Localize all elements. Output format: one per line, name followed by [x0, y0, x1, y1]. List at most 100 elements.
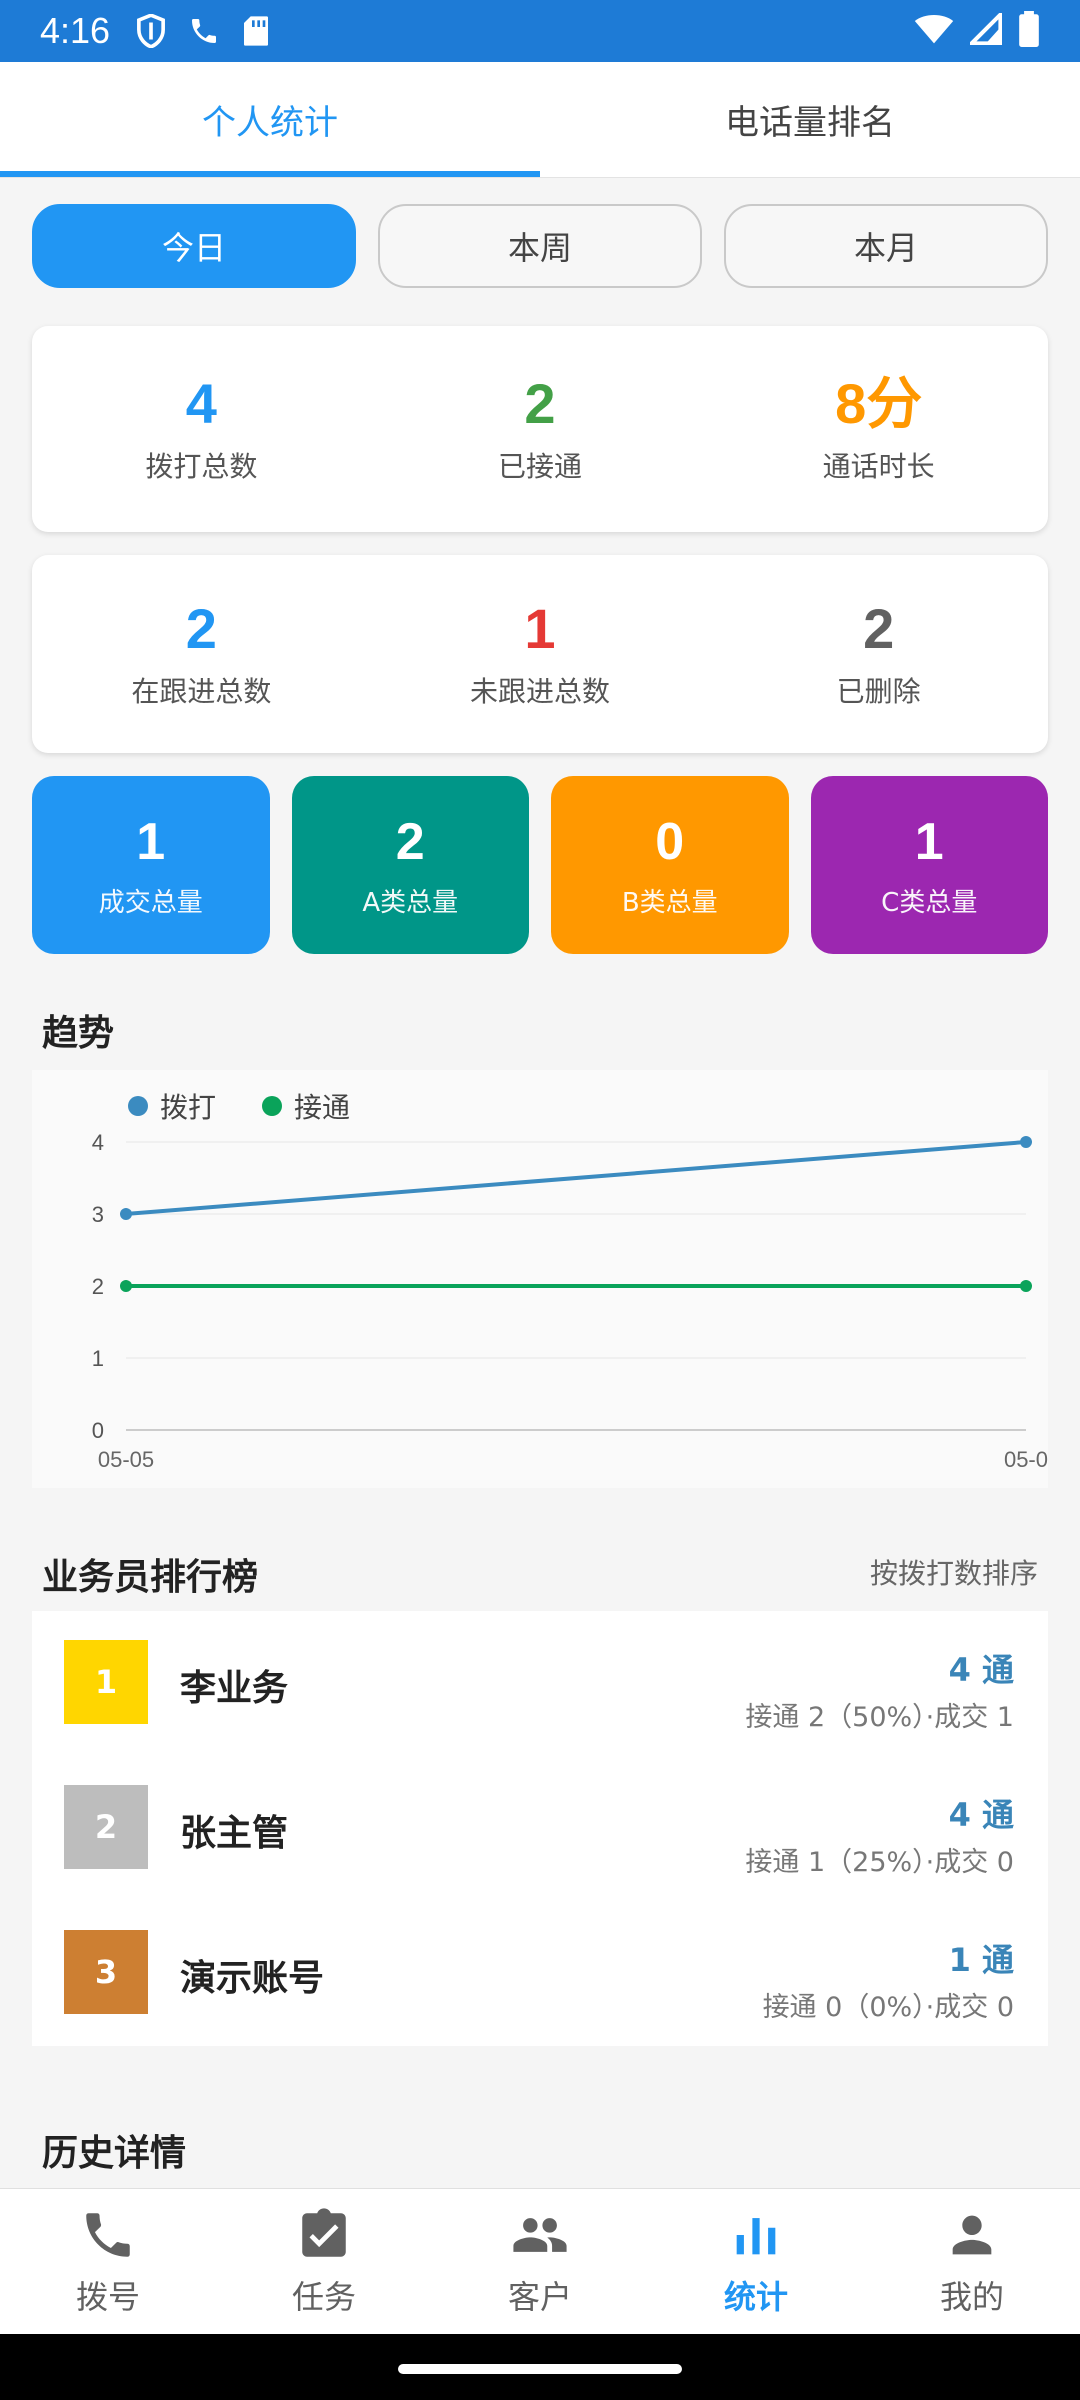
stat-value: 4	[185, 372, 217, 436]
stat-following: 2 在跟进总数	[32, 555, 371, 753]
ranking-row[interactable]: 3 演示账号 1 通 接通 0（0%）·成交 0	[32, 1901, 1048, 2046]
stat-total-calls: 4 拨打总数	[32, 326, 371, 532]
ranking-row[interactable]: 2 张主管 4 通 接通 1（25%）·成交 0	[32, 1756, 1048, 1901]
status-bar: 4:16	[0, 0, 1080, 62]
tile-class-b[interactable]: 0 B类总量	[551, 776, 789, 954]
history-title: 历史详情	[42, 2133, 187, 2174]
stat-value: 2	[185, 597, 217, 661]
rank-detail: 接通 2（50%）·成交 1	[745, 1702, 1014, 1733]
person-icon	[952, 2215, 992, 2254]
ranking-title: 业务员排行榜	[42, 1557, 259, 1598]
battery-icon	[1018, 11, 1040, 51]
rank-name: 李业务	[180, 1668, 289, 1709]
rank-detail: 接通 0（0%）·成交 0	[762, 1992, 1014, 2023]
home-gesture-handle[interactable]	[398, 2364, 682, 2374]
nav-label: 任务	[291, 2277, 356, 2316]
rank-calls: 4 通	[948, 1796, 1014, 1834]
rank-badge: 1	[64, 1640, 148, 1724]
phone-icon	[188, 15, 220, 47]
y-tick-label: 4	[92, 1130, 104, 1155]
rank-name: 演示账号	[180, 1958, 325, 1999]
rank-detail: 接通 1（25%）·成交 0	[745, 1847, 1014, 1878]
tab-personal-stats[interactable]: 个人统计	[0, 62, 540, 177]
tile-label: B类总量	[621, 887, 718, 918]
people-icon	[513, 2217, 567, 2252]
tile-deals[interactable]: 1 成交总量	[32, 776, 270, 954]
tile-value: 1	[136, 812, 166, 871]
series-line	[125, 1140, 1027, 1216]
stat-deleted: 2 已删除	[709, 555, 1048, 753]
nav-statistics[interactable]: 统计	[648, 2189, 864, 2334]
y-tick-label: 3	[92, 1202, 104, 1227]
x-tick-label: 05-0	[1004, 1447, 1048, 1472]
period-week-button[interactable]: 本周	[378, 204, 702, 288]
nav-label: 统计	[723, 2277, 788, 2316]
tab-call-ranking[interactable]: 电话量排名	[540, 62, 1080, 177]
stat-value: 8分	[835, 372, 923, 436]
tile-value: 0	[655, 812, 685, 871]
nav-tasks[interactable]: 任务	[216, 2189, 432, 2334]
trend-chart: 拨打 接通 0 1 2 3 4 05-05 05-0	[32, 1070, 1048, 1488]
system-nav-bar	[0, 2334, 1080, 2400]
category-tiles: 1 成交总量 2 A类总量 0 B类总量 1 C类总量	[32, 776, 1048, 954]
rank-name: 张主管	[180, 1813, 289, 1854]
ranking-list: 1 李业务 4 通 接通 2（50%）·成交 1 2 张主管 4 通 接通 1（…	[32, 1611, 1048, 2046]
stats-content[interactable]: 今日 本周 本月 4 拨打总数 2 已接通 8分 通话时长 2 在跟进总数 1 …	[0, 178, 1080, 2188]
rank-badge: 3	[64, 1930, 148, 2014]
data-point	[120, 1280, 132, 1292]
tile-label: 成交总量	[98, 887, 203, 918]
phone-icon	[86, 2212, 130, 2257]
stat-value: 2	[524, 372, 556, 436]
nav-customers[interactable]: 客户	[432, 2189, 648, 2334]
rank-calls: 1 通	[948, 1941, 1014, 1979]
period-today-button[interactable]: 今日	[32, 204, 356, 288]
stat-value: 2	[863, 597, 895, 661]
call-summary-card: 4 拨打总数 2 已接通 8分 通话时长	[32, 326, 1048, 532]
ranking-row[interactable]: 1 李业务 4 通 接通 2（50%）·成交 1	[32, 1611, 1048, 1756]
tile-value: 2	[395, 812, 425, 871]
sd-card-icon	[242, 15, 270, 47]
wifi-icon	[914, 13, 954, 49]
trend-title: 趋势	[42, 1013, 115, 1054]
stat-label: 已接通	[498, 449, 583, 483]
nav-label: 客户	[507, 2277, 572, 2316]
tile-label: C类总量	[881, 887, 978, 918]
bar-chart-icon	[736, 2217, 776, 2254]
tile-label: A类总量	[362, 887, 459, 918]
nav-label: 拨号	[75, 2277, 140, 2316]
sort-toggle[interactable]: 按拨打数排序	[870, 1552, 1038, 1592]
nav-label: 我的	[939, 2277, 1004, 2316]
signal-icon	[966, 9, 1003, 49]
shield-icon	[136, 14, 166, 48]
bottom-nav: 拨号 任务 客户 统计 我的	[0, 2188, 1080, 2334]
stat-not-following: 1 未跟进总数	[371, 555, 710, 753]
status-time: 4:16	[40, 10, 111, 51]
data-point	[120, 1208, 132, 1220]
tile-value: 1	[914, 812, 944, 871]
data-point	[1020, 1136, 1032, 1148]
y-tick-label: 1	[92, 1346, 104, 1371]
stat-connected: 2 已接通	[371, 326, 710, 532]
stat-talk-duration: 8分 通话时长	[709, 326, 1048, 532]
stat-label: 已删除	[836, 674, 921, 708]
top-tabs: 个人统计 电话量排名	[0, 62, 1080, 178]
period-month-button[interactable]: 本月	[724, 204, 1048, 288]
tile-class-c[interactable]: 1 C类总量	[810, 776, 1048, 954]
tile-class-a[interactable]: 2 A类总量	[291, 776, 529, 954]
rank-badge: 2	[64, 1785, 148, 1869]
data-point	[1020, 1280, 1032, 1292]
y-tick-label: 0	[92, 1418, 104, 1443]
stat-label: 通话时长	[822, 449, 935, 483]
nav-profile[interactable]: 我的	[864, 2189, 1080, 2334]
x-tick-label: 05-05	[98, 1447, 154, 1472]
stat-label: 在跟进总数	[131, 674, 272, 708]
clipboard-check-icon	[302, 2207, 346, 2257]
stat-value: 1	[524, 597, 556, 661]
stat-label: 拨打总数	[145, 449, 258, 483]
period-selector: 今日 本周 本月	[32, 204, 1048, 288]
y-tick-label: 2	[92, 1274, 104, 1299]
followup-summary-card: 2 在跟进总数 1 未跟进总数 2 已删除	[32, 555, 1048, 753]
nav-dial[interactable]: 拨号	[0, 2189, 216, 2334]
rank-calls: 4 通	[948, 1651, 1014, 1689]
stat-label: 未跟进总数	[470, 674, 611, 708]
